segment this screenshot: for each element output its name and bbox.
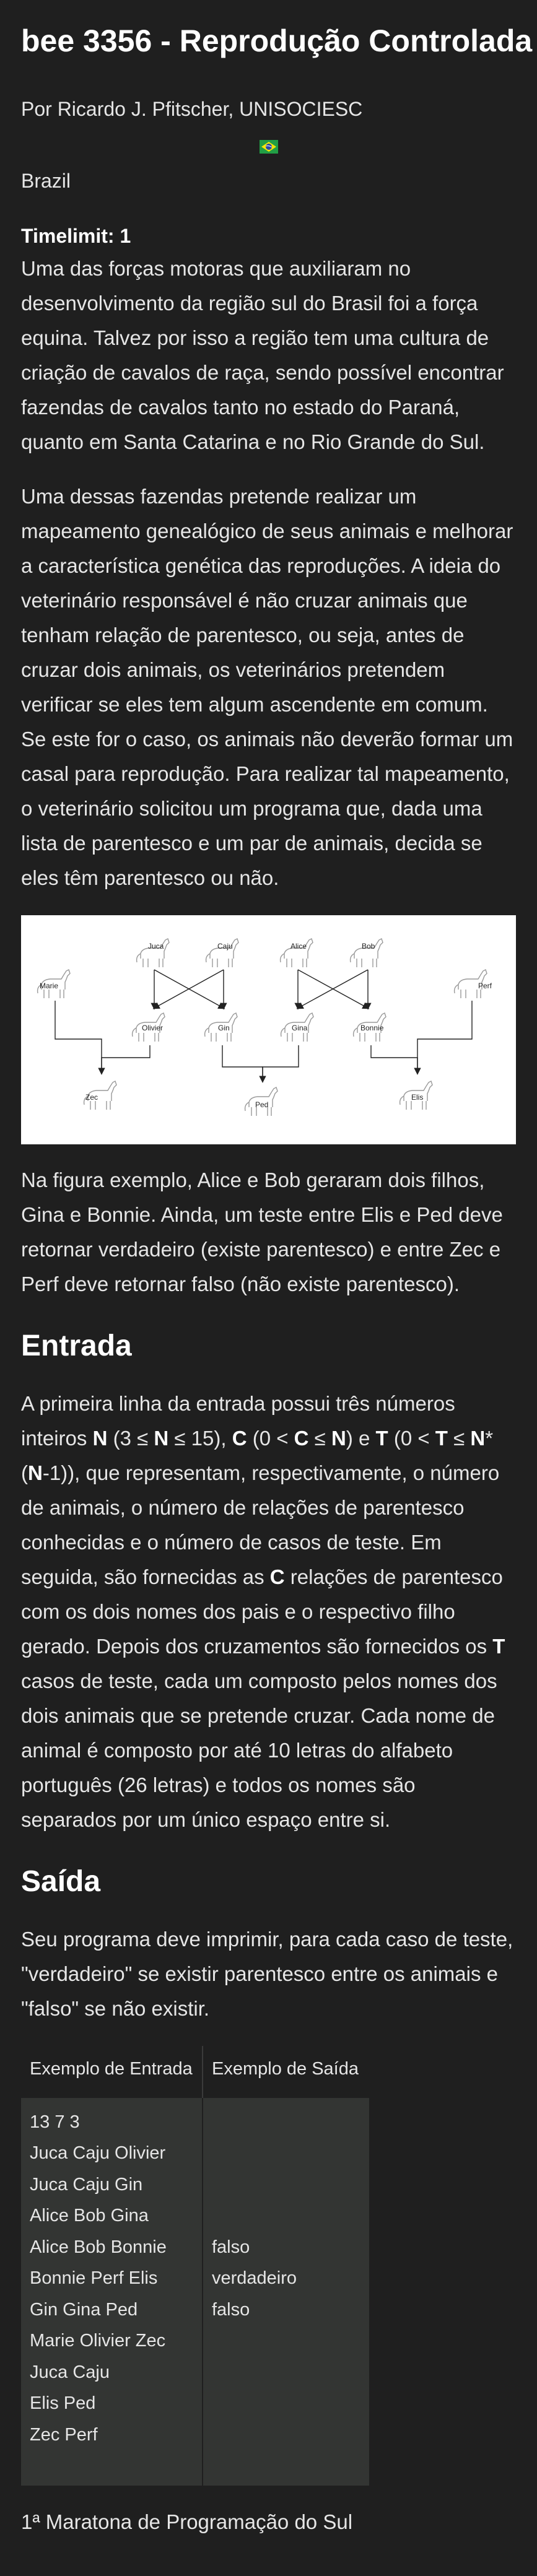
genealogy-edges [55, 968, 473, 1083]
input-text-7: (0 < [388, 1426, 435, 1450]
example-input-header: Exemplo de Entrada [21, 2045, 203, 2098]
genealogy-figure: Juca Caju Alice Bob Marie Perf Olivier G… [21, 915, 516, 1144]
var-c: C [294, 1426, 309, 1450]
description-paragraph-1: Uma das forças motoras que auxiliaram no… [21, 256, 504, 453]
input-section-title: Entrada [21, 1329, 132, 1362]
genealogy-diagram: Juca Caju Alice Bob Marie Perf Olivier G… [37, 938, 492, 1116]
label-gin: Gin [218, 1024, 230, 1032]
var-n: N [28, 1461, 43, 1484]
label-gina: Gina [292, 1024, 308, 1032]
label-ped: Ped [255, 1100, 268, 1109]
output-section-title: Saída [21, 1865, 101, 1898]
input-text-4: (0 < [247, 1426, 294, 1450]
input-text-8: ≤ [447, 1426, 471, 1450]
page-title: bee 3356 - Reprodução Controlada [21, 24, 533, 58]
var-t: T [492, 1634, 505, 1658]
label-olivier: Olivier [142, 1024, 163, 1032]
input-text-2: (3 ≤ [107, 1426, 154, 1450]
label-zec: Zec [85, 1093, 98, 1102]
description-paragraph-3: Na figura exemplo, Alice e Bob geraram d… [21, 1168, 503, 1295]
input-text-12: casos de teste, cada um composto pelos n… [21, 1669, 497, 1831]
example-table-container: Exemplo de Entrada Exemplo de Saída 13 7… [21, 2045, 516, 2486]
var-n: N [92, 1426, 108, 1450]
example-output-content[interactable]: falso verdadeiro falso [203, 2097, 369, 2486]
timelimit-label: Timelimit: 1 [21, 224, 131, 247]
label-caju: Caju [217, 942, 233, 951]
var-c: C [232, 1426, 247, 1450]
label-bonnie: Bonnie [360, 1024, 384, 1032]
input-text-3: ≤ 15), [168, 1426, 232, 1450]
input-text-6: ) e [346, 1426, 376, 1450]
country-label: Brazil [21, 169, 71, 192]
var-t: T [375, 1426, 388, 1450]
var-c: C [269, 1565, 285, 1588]
label-elis: Elis [411, 1093, 423, 1102]
problem-page: bee 3356 - Reprodução Controlada Por Ric… [0, 0, 537, 2534]
flag-container [21, 139, 516, 165]
description-paragraph-2: Uma dessas fazendas pretende realizar um… [21, 484, 513, 889]
contest-footer: 1ª Maratona de Programação do Sul [21, 2510, 353, 2533]
input-text-5: ≤ [308, 1426, 331, 1450]
example-input-content[interactable]: 13 7 3 Juca Caju Olivier Juca Caju Gin A… [21, 2097, 203, 2486]
var-n: N [470, 1426, 486, 1450]
example-output-header: Exemplo de Saída [212, 2059, 359, 2079]
input-description: A primeira linha da entrada possui três … [21, 1386, 516, 1837]
label-bob: Bob [362, 942, 375, 951]
label-perf: Perf [478, 981, 492, 990]
label-marie: Marie [40, 981, 58, 990]
var-n: N [154, 1426, 169, 1450]
label-juca: Juca [148, 942, 164, 951]
output-description: Seu programa deve imprimir, para cada ca… [21, 1927, 513, 2020]
var-t: T [435, 1426, 448, 1450]
brazil-flag-icon [259, 139, 278, 154]
var-n: N [331, 1426, 346, 1450]
label-alice: Alice [290, 942, 307, 951]
example-table: Exemplo de Entrada Exemplo de Saída 13 7… [21, 2045, 369, 2486]
author-line: Por Ricardo J. Pfitscher, UNISOCIESC [21, 98, 363, 120]
